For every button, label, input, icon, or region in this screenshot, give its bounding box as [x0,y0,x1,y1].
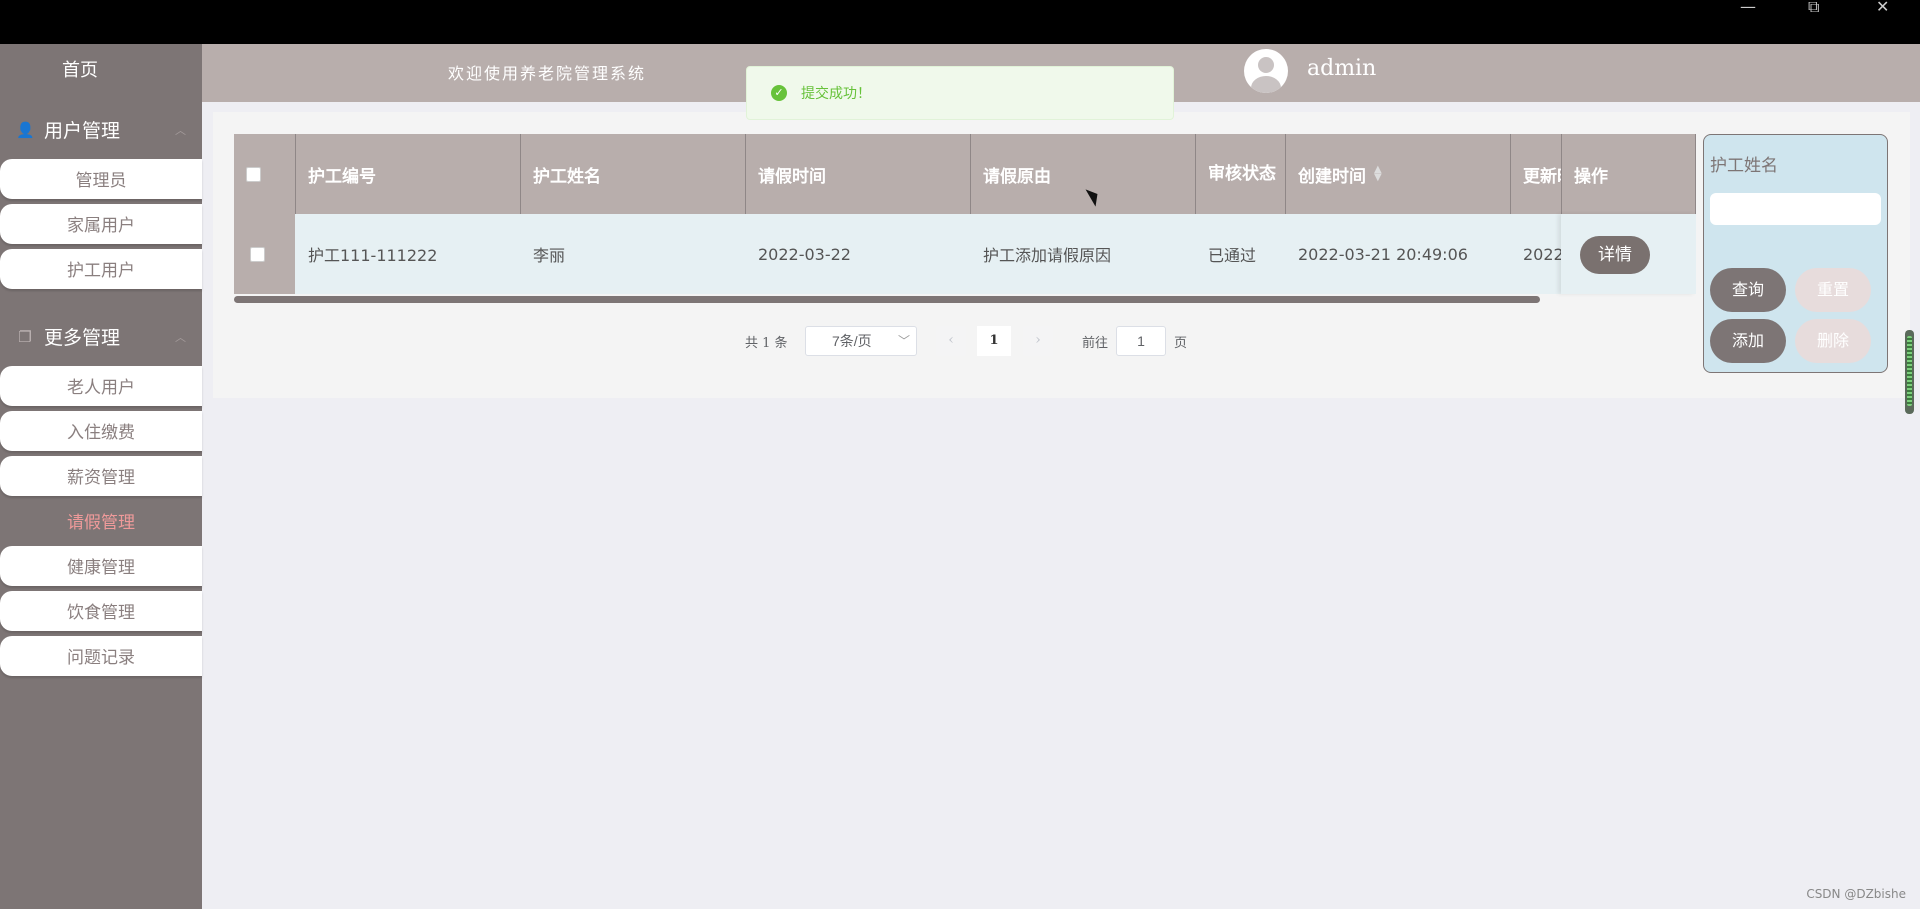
sidebar-item-salary[interactable]: 薪资管理 [0,456,202,496]
page-number-current[interactable]: 1 [977,326,1011,356]
pagination-total: 共 1 条 [745,336,788,351]
sidebar-item-family-users[interactable]: 家属用户 [0,204,202,244]
search-field-label: 护工姓名 [1710,156,1778,176]
table-row[interactable]: 护工111-111222 李丽 2022-03-22 护工添加请假原因 已通过 … [234,214,1696,294]
col-header-leave-date[interactable]: 请假时间 [746,134,971,214]
scrollbar-thumb[interactable] [1907,336,1912,406]
minimize-icon[interactable]: — [1740,0,1756,15]
col-header-reason[interactable]: 请假原由 [971,134,1196,214]
goto-page-input[interactable]: 1 [1116,326,1166,356]
sidebar-home[interactable]: 首页 [0,56,160,82]
close-icon[interactable]: ✕ [1876,0,1889,15]
toast-message: 提交成功！ [801,86,871,102]
window-titlebar: — ⧉ ✕ [0,0,1920,44]
sidebar-group-user-management[interactable]: 👤 用户管理 ︿ [16,116,186,143]
query-button[interactable]: 查询 [1710,268,1786,312]
user-icon: 👤 [16,120,35,139]
row-checkbox[interactable] [250,246,265,262]
caregiver-name-input[interactable] [1710,193,1881,225]
delete-button[interactable]: 删除 [1795,319,1871,363]
detail-button[interactable]: 详情 [1580,236,1650,274]
avatar-body [1251,76,1281,93]
cell-caregiver-id: 护工111-111222 [296,214,521,294]
row-select-cell [234,214,296,294]
cell-status: 已通过 [1196,214,1286,294]
col-header-status[interactable]: 审核状态 [1196,134,1286,214]
sidebar-item-diet[interactable]: 饮食管理 [0,591,202,631]
select-all-cell [234,134,296,214]
page-size-value: 7条/页 [832,333,872,349]
avatar-head [1258,57,1274,73]
table-header: 护工编号 护工姓名 请假时间 请假原由 审核状态 创建时间 ▲▼ 更新时间 [234,134,1696,214]
check-circle-icon: ✓ [771,85,787,101]
col-header-caregiver-id[interactable]: 护工编号 [296,134,521,214]
col-header-created-label: 创建时间 [1298,166,1366,187]
restore-icon[interactable]: ⧉ [1808,0,1819,15]
watermark: CSDN @DZbishe [1806,887,1906,901]
username[interactable]: admin [1307,56,1376,81]
cell-created: 2022-03-21 20:49:06 [1286,214,1511,294]
goto-label: 前往 [1082,336,1109,351]
group-title-label: 用户管理 [44,120,121,142]
operation-cell: 详情 [1561,214,1696,294]
welcome-text: 欢迎使用养老院管理系统 [448,64,647,83]
prev-page-button[interactable]: ‹ [936,326,966,356]
add-button[interactable]: 添加 [1710,319,1786,363]
sort-icon[interactable]: ▲ ▼ [1374,165,1382,183]
sidebar-item-issues[interactable]: 问题记录 [0,636,202,676]
cell-reason: 护工添加请假原因 [971,214,1196,294]
pagination: 共 1 条 7条/页 ﹀ ‹ 1 › 前往 1 页 [0,324,1920,356]
chevron-down-icon: ﹀ [897,334,910,348]
vertical-scrollbar[interactable] [1905,330,1914,414]
operation-column: 操作 详情 [1561,134,1696,294]
sidebar-item-checkin-payment[interactable]: 入住缴费 [0,411,202,451]
col-header-operation: 操作 [1561,134,1696,214]
cell-leave-date: 2022-03-22 [746,214,971,294]
search-panel: 护工姓名 查询 重置 添加 删除 [1703,134,1888,373]
sidebar-item-caregiver-users[interactable]: 护工用户 [0,249,202,289]
page-suffix: 页 [1174,336,1188,351]
sidebar-item-admin[interactable]: 管理员 [0,159,202,199]
reset-button[interactable]: 重置 [1795,268,1871,312]
avatar[interactable] [1244,49,1288,93]
cell-caregiver-name: 李丽 [521,214,746,294]
sidebar-item-elderly-users[interactable]: 老人用户 [0,366,202,406]
sidebar-item-leave-active[interactable]: 请假管理 [0,501,202,541]
col-header-caregiver-name[interactable]: 护工姓名 [521,134,746,214]
chevron-up-icon: ︿ [175,123,186,137]
success-toast: ✓ 提交成功！ [746,66,1174,120]
select-all-checkbox[interactable] [246,166,261,182]
page-size-select[interactable]: 7条/页 ﹀ [805,326,917,356]
next-page-button[interactable]: › [1023,326,1053,356]
horizontal-scrollbar[interactable] [234,296,1540,303]
col-header-created[interactable]: 创建时间 ▲ ▼ [1286,134,1511,214]
sidebar: 首页 👤 用户管理 ︿ 管理员 家属用户 护工用户 ❐ 更多管理 ︿ 老人用户 … [0,44,202,909]
sidebar-item-health[interactable]: 健康管理 [0,546,202,586]
